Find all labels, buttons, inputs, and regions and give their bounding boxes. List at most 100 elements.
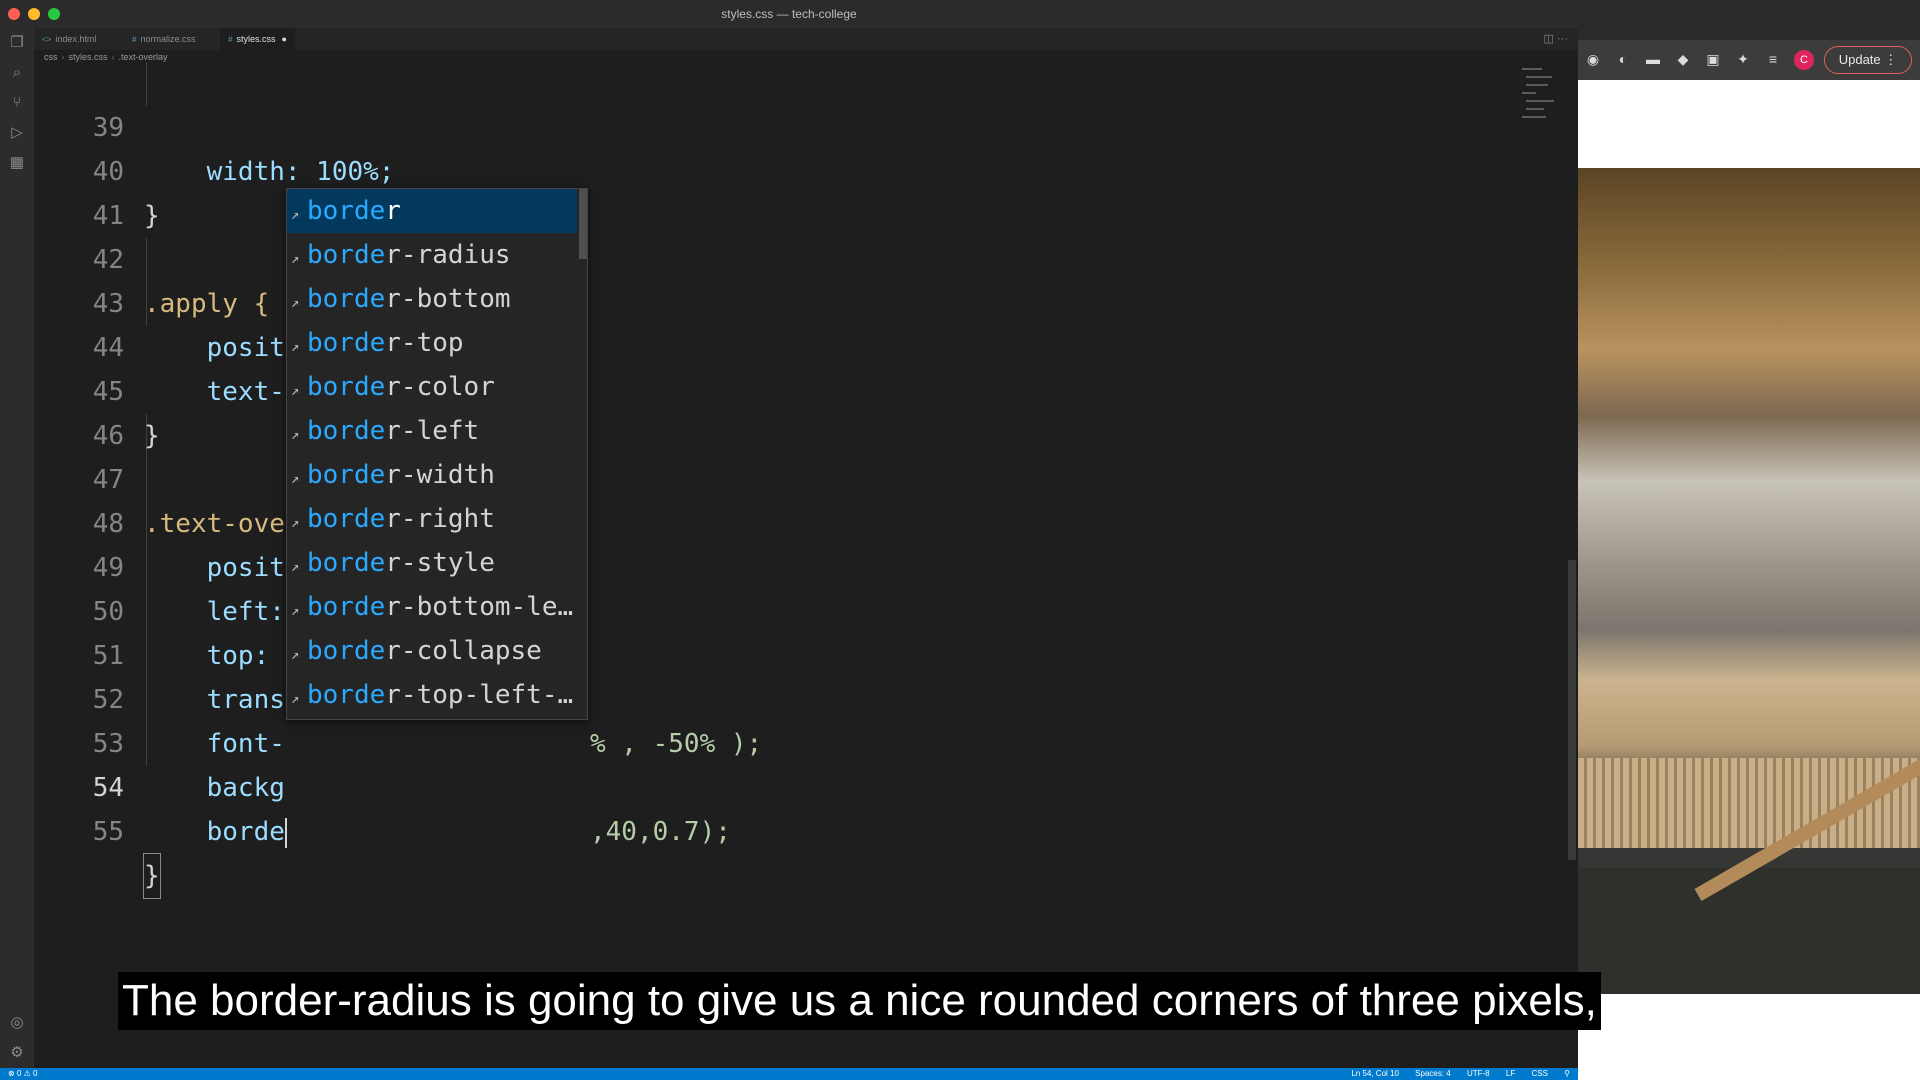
code-text: top: (144, 641, 285, 671)
minimap-line (1526, 108, 1544, 110)
tab-label: index.html (55, 34, 97, 44)
profile-avatar[interactable]: C (1794, 50, 1814, 70)
extension-icon[interactable]: ◉ (1584, 50, 1602, 68)
css-file-icon: # (228, 35, 233, 44)
minimap-line (1522, 92, 1536, 94)
bell-icon[interactable]: ⚲ (1564, 1069, 1570, 1078)
suggestion-item[interactable]: ↗ border-style (287, 541, 577, 585)
update-button[interactable]: Update ⋮ (1824, 46, 1912, 74)
code-line: 44 text- (34, 282, 285, 407)
code-line: 46 (34, 370, 128, 451)
suggestion-item[interactable]: ↗ border (287, 189, 577, 233)
property-icon: ↗ (291, 691, 300, 707)
account-icon[interactable]: ◎ (8, 1014, 26, 1032)
browser-window: ◉ ◐ ▬ ◆ ▣ ✦ ≡ C Update ⋮ (1578, 0, 1920, 1080)
chevron-right-icon: › (111, 52, 115, 62)
problems-indicator[interactable]: ⊗ 0 ⚠ 0 (8, 1068, 37, 1080)
code-line: 47 .text-ove (34, 414, 285, 539)
minimap-line (1526, 84, 1548, 86)
code-text-tail: % , -50% ); (590, 729, 763, 759)
editor-window: styles.css — tech-college ❐ ⌕ ⑂ ▷ ▦ ◎ ⚙ … (0, 0, 1578, 1080)
title-bar: styles.css — tech-college (0, 0, 1578, 29)
property-icon: ↗ (291, 515, 300, 531)
breadcrumb-symbol[interactable]: .text-overlay (119, 52, 168, 62)
video-caption: The border-radius is going to give us a … (118, 972, 1601, 1030)
puzzle-extensions-icon[interactable]: ✦ (1734, 50, 1752, 68)
suggestion-item[interactable]: ↗ border-bottom-le… (287, 585, 577, 629)
minimap-line (1522, 68, 1542, 70)
code-line: 55 } (34, 766, 161, 899)
minimap[interactable] (1520, 66, 1556, 126)
campus-interior-photo (1578, 168, 1920, 994)
minimap-line (1526, 100, 1554, 102)
indentation-setting[interactable]: Spaces: 4 (1415, 1069, 1451, 1078)
code-text: .text-ove (144, 509, 285, 539)
source-control-icon[interactable]: ⑂ (8, 94, 26, 112)
property-icon: ↗ (291, 647, 300, 663)
property-icon: ↗ (291, 383, 300, 399)
end-of-line[interactable]: LF (1506, 1069, 1515, 1078)
status-bar: ⊗ 0 ⚠ 0 Ln 54, Col 10 Spaces: 4 UTF-8 LF… (0, 1068, 1578, 1080)
breadcrumb-file[interactable]: styles.css (69, 52, 108, 62)
settings-gear-icon[interactable]: ⚙ (8, 1044, 26, 1062)
reading-list-icon[interactable]: ≡ (1764, 50, 1782, 68)
suggestion-item[interactable]: ↗ border-color (287, 365, 577, 409)
cursor-position[interactable]: Ln 54, Col 10 (1351, 1069, 1399, 1078)
minimap-line (1522, 116, 1546, 118)
property-icon: ↗ (291, 251, 300, 267)
tab-normalize-css[interactable]: # normalize.css (124, 28, 203, 50)
code-text: backg (144, 773, 285, 803)
explorer-icon[interactable]: ❐ (8, 34, 26, 52)
code-line: 43 posit (34, 238, 285, 363)
update-label: Update (1838, 52, 1881, 67)
file-encoding[interactable]: UTF-8 (1467, 1069, 1490, 1078)
line-number: 55 (92, 817, 124, 847)
code-text: borde (144, 810, 287, 854)
suggestion-item[interactable]: ↗ border-left (287, 409, 577, 453)
code-line: 53 backg ,40,0.7); (34, 678, 731, 847)
tab-styles-css[interactable]: # styles.css ● (220, 28, 295, 50)
code-line: 54 borde (34, 722, 287, 848)
code-line: 48 posit (34, 458, 285, 583)
code-text-tail: ,40,0.7); (590, 817, 731, 847)
code-line: 39 width: 100%; (34, 62, 395, 187)
browser-toolbar: ◉ ◐ ▬ ◆ ▣ ✦ ≡ C Update ⋮ (1578, 0, 1920, 80)
breadcrumb-folder[interactable]: css (44, 52, 58, 62)
suggestion-item[interactable]: ↗ border-top-left-… (287, 673, 577, 717)
text-cursor (284, 817, 287, 848)
suggestion-item[interactable]: ↗ border-bottom (287, 277, 577, 321)
property-icon: ↗ (291, 471, 300, 487)
css-file-icon: # (132, 35, 137, 44)
code-text: } (144, 201, 160, 231)
code-editor[interactable]: 39 width: 100%; 40 } 41 42 .apply { 43 p… (34, 62, 1534, 1062)
extension-icon[interactable]: ◆ (1674, 50, 1692, 68)
html-file-icon: <> (42, 35, 52, 44)
code-line: 45 } (34, 326, 160, 451)
split-editor-icon[interactable]: ◫ ··· (1544, 32, 1568, 45)
suggestion-item[interactable]: ↗ border-collapse (287, 629, 577, 673)
vertical-scrollbar[interactable] (1568, 560, 1576, 860)
browser-tab-strip (1578, 0, 1920, 40)
tab-index-html[interactable]: <> index.html (34, 28, 104, 50)
extension-icon[interactable]: ▣ (1704, 50, 1722, 68)
extension-icon[interactable]: ▬ (1644, 50, 1662, 68)
code-line: 40 } (34, 106, 160, 231)
search-icon[interactable]: ⌕ (8, 64, 26, 82)
language-mode[interactable]: CSS (1531, 1069, 1547, 1078)
code-line: 50 top: (34, 546, 270, 671)
suggestion-item[interactable]: ↗ border-width (287, 453, 577, 497)
suggestion-item[interactable]: ↗ border-right (287, 497, 577, 541)
code-text: } (143, 853, 161, 899)
suggestions-scrollbar[interactable] (579, 189, 587, 259)
suggestion-item[interactable]: ↗ border-radius (287, 233, 577, 277)
extension-icon[interactable]: ◐ (1614, 50, 1632, 68)
run-debug-icon[interactable]: ▷ (8, 124, 26, 142)
code-line: 52 font- (34, 634, 285, 759)
breadcrumb: css › styles.css › .text-overlay (44, 52, 168, 62)
extensions-icon[interactable]: ▦ (8, 154, 26, 172)
unsaved-dot-icon[interactable]: ● (281, 34, 286, 44)
suggestion-item[interactable]: ↗ border-top (287, 321, 577, 365)
status-right-items: Ln 54, Col 10 Spaces: 4 UTF-8 LF CSS ⚲ (1337, 1068, 1570, 1080)
code-line: 51 trans % , -50% ); (34, 590, 763, 759)
code-text: text- (144, 377, 285, 407)
